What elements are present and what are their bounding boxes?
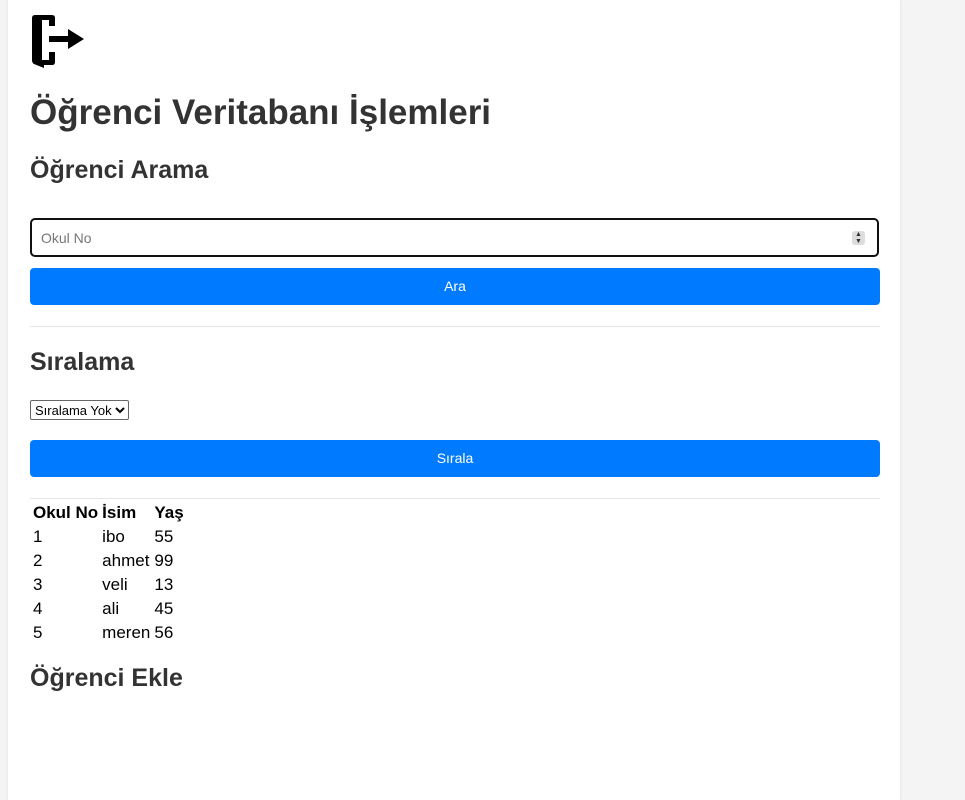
students-table: Okul No İsim Yaş 1 ibo 55 2 ahmet 99 3 veli 13… xyxy=(30,500,187,646)
search-button[interactable]: Ara xyxy=(30,268,880,305)
main-container: Öğrenci Veritabanı İşlemleri Öğrenci Ara… xyxy=(8,0,900,800)
cell-age: 13 xyxy=(154,575,174,594)
page-title: Öğrenci Veritabanı İşlemleri xyxy=(30,93,492,132)
sort-heading: Sıralama xyxy=(30,348,135,376)
cell-age: 45 xyxy=(154,599,174,618)
cell-name: veli xyxy=(102,575,128,594)
cell-name: ahmet xyxy=(102,551,150,570)
cell-name: meren xyxy=(102,623,151,642)
student-number-input-wrapper: ▲▼ xyxy=(30,218,879,257)
table-row: 1 ibo 55 xyxy=(32,526,185,548)
cell-number: 1 xyxy=(33,527,43,546)
cell-age: 99 xyxy=(154,551,174,570)
cell-number: 3 xyxy=(33,575,43,594)
divider xyxy=(30,498,880,499)
table-row: 5 meren 56 xyxy=(32,622,185,644)
cell-number: 2 xyxy=(33,551,43,570)
cell-age: 56 xyxy=(154,623,174,642)
divider xyxy=(30,326,880,327)
number-spinner-icon[interactable]: ▲ ▼ xyxy=(852,231,865,245)
table-row: 2 ahmet 99 xyxy=(32,550,185,572)
cell-number: 4 xyxy=(33,599,43,618)
header-age: Yaş xyxy=(154,503,184,522)
student-number-input[interactable] xyxy=(32,220,850,255)
cell-name: ibo xyxy=(102,527,125,546)
cell-age: 55 xyxy=(154,527,174,546)
header-student-number: Okul No xyxy=(33,503,99,522)
add-student-heading: Öğrenci Ekle xyxy=(30,664,183,692)
header-name: İsim xyxy=(102,503,137,522)
logout-icon[interactable] xyxy=(30,14,84,68)
table-row: 3 veli 13 xyxy=(32,574,185,596)
cell-name: ali xyxy=(102,599,120,618)
table-row: 4 ali 45 xyxy=(32,598,185,620)
sort-button[interactable]: Sırala xyxy=(30,440,880,477)
table-header-row: Okul No İsim Yaş xyxy=(32,502,185,524)
sort-select[interactable]: Sıralama Yok xyxy=(30,400,129,420)
cell-number: 5 xyxy=(33,623,43,642)
search-heading: Öğrenci Arama xyxy=(30,156,209,184)
